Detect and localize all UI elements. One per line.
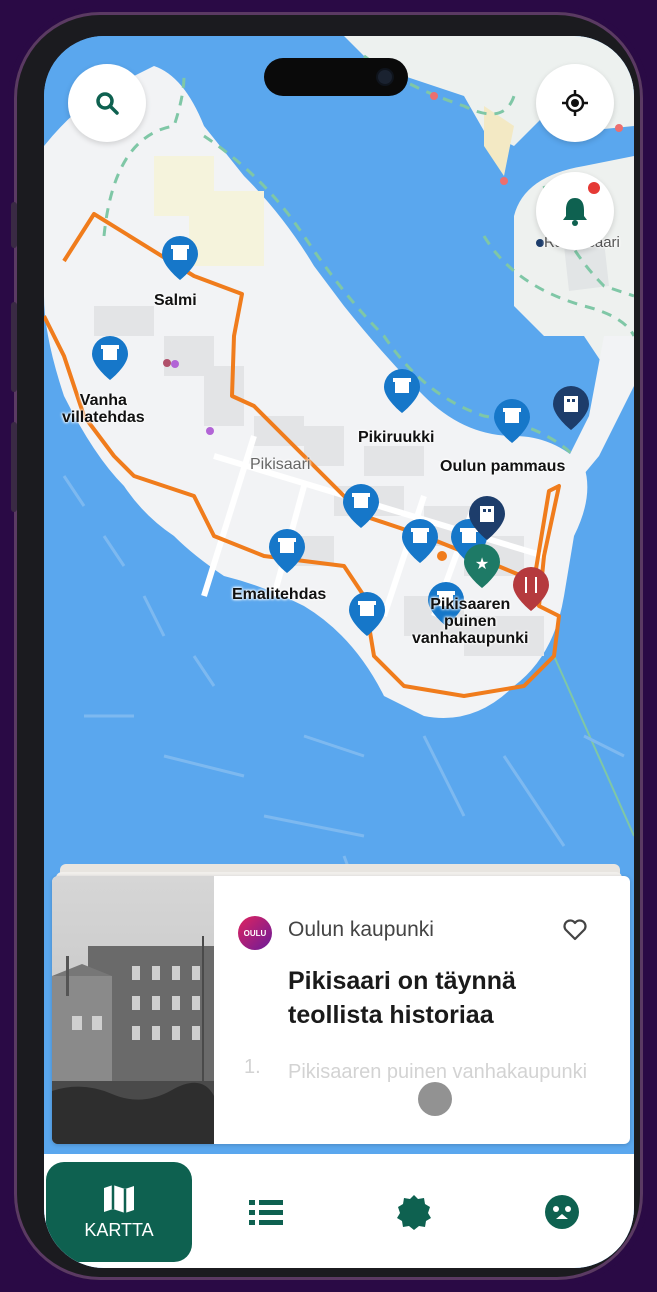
side-button — [11, 202, 17, 248]
card-title: Pikisaari on täynnä teollista historiaa — [288, 967, 516, 1029]
place-label-vanhakaupunki[interactable]: Pikisaaren puinen vanhakaupunki — [412, 596, 528, 647]
tab-profile[interactable] — [512, 1162, 612, 1262]
tab-list[interactable] — [216, 1162, 316, 1262]
heart-icon[interactable] — [562, 918, 588, 942]
tab-map-label: KARTTA — [84, 1219, 154, 1240]
dynamic-island — [264, 58, 408, 96]
tab-bar: KARTTA — [44, 1154, 634, 1268]
place-label-pammaus[interactable]: Oulun pammaus — [440, 458, 565, 475]
org-logo: OULU — [238, 916, 272, 950]
area-label: Pikisaari — [250, 456, 311, 473]
scroll-indicator[interactable] — [418, 1082, 452, 1116]
place-label-emali[interactable]: Emalitehdas — [232, 586, 326, 603]
locate-button[interactable] — [536, 64, 614, 142]
screen: ★ Pikisaari Salmi Vanha villatehdas Piki… — [44, 36, 634, 1268]
badge-icon — [397, 1195, 431, 1230]
bell-icon — [563, 198, 587, 226]
story-card[interactable]: OULU Oulun kaupunki Pikisaari on täynnä … — [52, 876, 630, 1144]
notification-badge — [588, 182, 600, 194]
place-label-salmi[interactable]: Salmi — [154, 292, 197, 309]
list-number: 1. — [244, 1056, 261, 1078]
map-icon — [104, 1184, 134, 1213]
place-label-vanha[interactable]: Vanha villatehdas — [62, 392, 145, 426]
tab-map[interactable]: KARTTA — [46, 1162, 192, 1262]
org-name: Oulun kaupunki — [288, 918, 434, 941]
svg-text:★: ★ — [475, 554, 489, 573]
story-photo — [52, 876, 214, 1144]
search-icon — [96, 92, 119, 115]
place-label-pikiruukki[interactable]: Pikiruukki — [358, 429, 434, 446]
notifications-button[interactable] — [536, 172, 614, 250]
tab-badge[interactable] — [364, 1162, 464, 1262]
locate-icon — [562, 90, 588, 116]
camera-icon — [378, 70, 392, 84]
search-button[interactable] — [68, 64, 146, 142]
list-icon — [249, 1200, 283, 1225]
profile-icon — [545, 1195, 579, 1229]
side-button — [11, 422, 17, 512]
side-button — [11, 302, 17, 392]
